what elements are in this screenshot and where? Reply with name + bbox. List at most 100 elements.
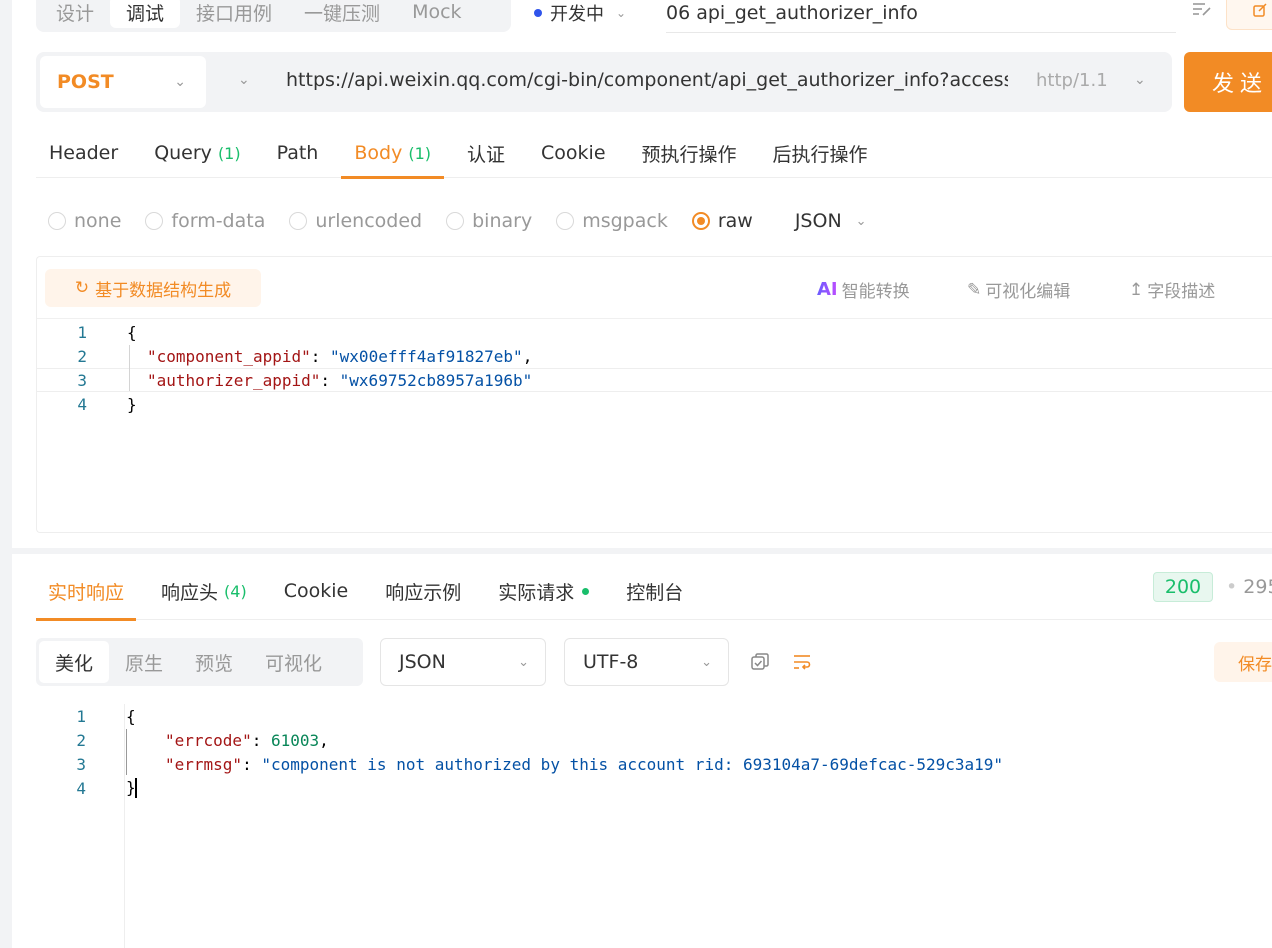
ai-convert-button[interactable]: AI 智能转换 [817, 277, 910, 302]
view-mode-switch: 美化 原生 预览 可视化 [36, 638, 363, 686]
chevron-down-icon[interactable]: ⌄ [1134, 72, 1146, 88]
response-format-select[interactable]: JSON ⌄ [380, 638, 546, 686]
chevron-down-icon: ⌄ [518, 654, 529, 670]
http-version-select[interactable]: http/1.1 [1036, 70, 1108, 91]
share-icon [1253, 3, 1267, 17]
view-pretty[interactable]: 美化 [39, 641, 110, 683]
radio-label: binary [472, 210, 533, 232]
tab-auth[interactable]: 认证 [454, 128, 518, 178]
save-as-example-button[interactable]: 保存 [1214, 642, 1272, 682]
body-format-select[interactable]: JSON ⌄ [795, 210, 867, 232]
radio-msgpack[interactable]: msgpack [556, 210, 668, 232]
view-preview[interactable]: 预览 [179, 641, 249, 683]
json-value: "component is not authorized by this acc… [261, 754, 1004, 774]
tab-count: (4) [224, 581, 247, 601]
tab-load-test[interactable]: 一键压测 [288, 0, 396, 28]
json-key: "component_appid" [147, 346, 311, 366]
copy-icon[interactable] [748, 650, 772, 674]
tab-label: 实时响应 [48, 581, 125, 604]
editor-toolbar: ↻ 基于数据结构生成 AI 智能转换 ✎ 可视化编辑 ↥ 字段描述 [37, 257, 1272, 319]
line-number: 3 [77, 370, 87, 390]
json-value: 61003 [270, 730, 320, 750]
radio-binary[interactable]: binary [446, 210, 532, 232]
tab-mock[interactable]: Mock [396, 0, 477, 28]
tab-live-response[interactable]: 实时响应 [36, 562, 137, 621]
line-number: 2 [76, 730, 86, 750]
body-editor: ↻ 基于数据结构生成 AI 智能转换 ✎ 可视化编辑 ↥ 字段描述 1 { 2 [36, 256, 1272, 533]
line-number: 2 [77, 346, 87, 366]
code-line: 2 "errcode": 61003, [36, 728, 1272, 752]
url-bar: POST ⌄ ⌄ https://api.weixin.qq.com/cgi-b… [36, 52, 1172, 112]
section-divider [12, 548, 1272, 554]
tab-response-headers[interactable]: 响应头 (4) [149, 562, 259, 620]
radio-circle [289, 212, 308, 230]
edit-description-icon[interactable] [1192, 0, 1212, 22]
tab-actual-request[interactable]: 实际请求 [486, 562, 601, 620]
line-number: 3 [76, 754, 86, 774]
method-label: POST [57, 71, 114, 93]
app-root: 设计 调试 接口用例 一键压测 Mock 开发中 ⌄ 06 api_get_au… [0, 0, 1272, 948]
body-type-radios: none form-data urlencoded binary msgpack… [48, 208, 867, 234]
field-description-button[interactable]: ↥ 字段描述 [1129, 277, 1216, 303]
api-name-input[interactable]: 06 api_get_authorizer_info [666, 0, 918, 26]
tab-label: 后执行操作 [772, 143, 868, 166]
radio-label: raw [717, 210, 753, 232]
code-text: } [126, 778, 137, 799]
radio-form-data[interactable]: form-data [145, 210, 265, 232]
json-key: "errmsg" [165, 754, 243, 774]
ai-convert-label: 智能转换 [841, 282, 910, 302]
tab-cookie[interactable]: Cookie [528, 128, 619, 178]
indent-guide [129, 345, 130, 391]
tab-design[interactable]: 设计 [40, 0, 110, 28]
field-description-label: 字段描述 [1147, 282, 1216, 302]
env-chevron-down-icon[interactable]: ⌄ [238, 72, 250, 88]
chevron-down-icon: ⌄ [174, 74, 186, 90]
code-text: "errcode": 61003, [165, 730, 329, 750]
select-value: JSON [399, 651, 446, 673]
status-selector[interactable]: 开发中 ⌄ [534, 0, 626, 26]
tab-body[interactable]: Body (1) [341, 128, 444, 179]
json-key: "authorizer_appid" [147, 370, 321, 390]
generate-from-schema-button[interactable]: ↻ 基于数据结构生成 [45, 269, 261, 307]
status-code-badge: 200 [1153, 572, 1213, 602]
tab-pre-actions[interactable]: 预执行操作 [629, 128, 750, 178]
code-line: 3 "errmsg": "component is not authorized… [36, 752, 1272, 776]
code-text: { [126, 706, 136, 726]
radio-label: urlencoded [315, 210, 423, 232]
view-visualize[interactable]: 可视化 [249, 641, 338, 683]
share-button[interactable] [1226, 0, 1272, 30]
chevron-down-icon: ⌄ [701, 654, 712, 670]
tab-debug[interactable]: 调试 [110, 0, 181, 28]
line-number: 4 [76, 778, 86, 798]
radio-label: msgpack [582, 210, 668, 232]
visual-edit-button[interactable]: ✎ 可视化编辑 [967, 277, 1071, 303]
send-button[interactable]: 发送 [1184, 52, 1272, 112]
code-text: { [127, 322, 137, 342]
tab-query[interactable]: Query (1) [141, 128, 253, 178]
tab-path[interactable]: Path [264, 128, 332, 178]
tab-label: 认证 [467, 143, 506, 166]
tab-label: Cookie [541, 142, 606, 164]
response-body-code[interactable]: 1 { 2 "errcode": 61003, 3 "errmsg": "com… [36, 704, 1272, 948]
wrap-lines-icon[interactable] [790, 650, 814, 674]
radio-none[interactable]: none [48, 210, 121, 232]
code-text: } [127, 394, 137, 414]
view-raw[interactable]: 原生 [109, 641, 179, 683]
json-value: "wx00efff4af91827eb" [330, 346, 523, 366]
body-format-label: JSON [794, 210, 842, 232]
tab-response-examples[interactable]: 响应示例 [373, 562, 473, 620]
tab-header[interactable]: Header [36, 128, 131, 178]
tab-post-actions[interactable]: 后执行操作 [760, 128, 881, 178]
tab-test-cases[interactable]: 接口用例 [180, 0, 288, 28]
radio-label: none [74, 210, 122, 232]
radio-urlencoded[interactable]: urlencoded [289, 210, 422, 232]
radio-raw[interactable]: raw [691, 210, 753, 232]
method-select[interactable]: POST ⌄ [40, 56, 206, 108]
tab-console[interactable]: 控制台 [614, 562, 695, 620]
visual-edit-label: 可视化编辑 [985, 282, 1071, 302]
encoding-select[interactable]: UTF-8 ⌄ [564, 638, 729, 686]
url-input[interactable]: https://api.weixin.qq.com/cgi-bin/compon… [286, 69, 1008, 91]
tab-response-cookie[interactable]: Cookie [272, 562, 361, 620]
code-line: 1 { [37, 320, 1272, 344]
edit-doc-icon: ✎ [967, 279, 982, 300]
